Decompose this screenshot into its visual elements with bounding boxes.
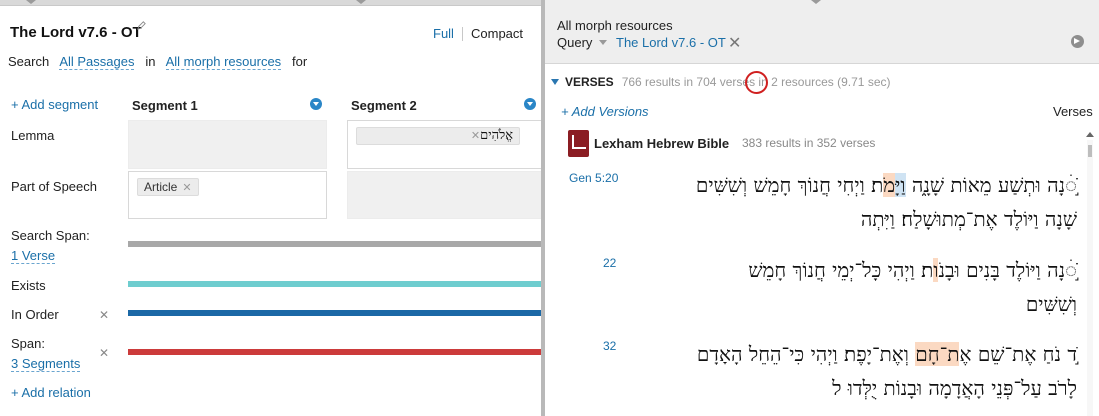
remove-in-order-icon[interactable]: ✕ <box>99 308 109 322</box>
resource-book-icon[interactable] <box>568 130 589 157</box>
close-icon[interactable]: ✕ <box>728 33 741 53</box>
tab-notch-icon <box>356 0 366 4</box>
lemma-seg1-cell[interactable] <box>128 120 327 169</box>
query-dropdown[interactable]: Query <box>557 35 592 50</box>
span-bar[interactable] <box>128 349 541 355</box>
tab-notch-icon <box>811 0 821 4</box>
pos-chip: Article ✕ <box>137 178 199 196</box>
view-compact-button[interactable]: Compact <box>471 26 523 41</box>
highlight-segment-2[interactable]: ת־חָם <box>915 342 960 366</box>
remove-chip-icon[interactable]: ✕ <box>471 129 480 142</box>
chevron-down-icon[interactable] <box>599 40 607 45</box>
span-value-row: 3 Segments <box>11 356 81 372</box>
segment-2-header: Segment 2 <box>351 98 417 113</box>
scroll-up-icon[interactable] <box>1086 132 1094 137</box>
search-span-value[interactable]: 1 Verse <box>11 248 56 264</box>
resource-stats: 383 results in 352 verses <box>742 136 876 150</box>
collapse-triangle-icon[interactable] <box>551 79 559 85</box>
results-header: All morph resources Query The Lord v7.6 … <box>545 0 1099 64</box>
search-prefix: Search <box>8 54 50 69</box>
lemma-seg2-cell[interactable]: אֱלֹהִים✕ <box>347 120 541 169</box>
scrollbar-thumb[interactable] <box>1088 145 1092 157</box>
lemma-label: Lemma <box>11 128 55 143</box>
span-label: Span: <box>11 336 45 351</box>
part-of-speech-label: Part of Speech <box>11 179 97 194</box>
segment-1-menu-icon[interactable] <box>310 98 322 110</box>
left-pane-topbar <box>0 0 541 6</box>
highlight-segment-1[interactable]: וַיָּ <box>895 173 906 197</box>
verse-text-segment: ת׃ וַיְהִי כָּל־יְמֵי חֲנוֹךְ חָמֵשׁ <box>748 258 934 282</box>
verse-reference-link[interactable]: 22 <box>603 256 616 270</box>
verses-section-label[interactable]: VERSES <box>565 75 614 89</box>
add-segment-button[interactable]: + Add segment <box>11 97 98 112</box>
verse-text-line: ֹׂ֣◌ׄנָה וּתְשַׁע מֵאוֹת שָׁנָ֑ה וַיָּמֹ… <box>696 173 1077 198</box>
tab-notch-icon <box>26 0 36 4</box>
lemma-chip-text: אֱלֹהִים <box>480 128 513 143</box>
view-full-button[interactable]: Full <box>433 26 454 41</box>
search-for-label: for <box>292 54 308 69</box>
verse-text-segment: ת׃ וַיְחִי חֲנוֹךְ חָמֵשׁ וְשִׁשִּׁים <box>695 173 884 197</box>
verses-column-label: Verses <box>1053 104 1093 119</box>
remove-chip-icon[interactable]: ✕ <box>182 182 191 194</box>
edit-title-icon[interactable] <box>136 20 147 31</box>
verse-text-segment: ֹׂ֣◌ׄנָה וַיּוֹלֶד בָּנִים וּבָנ <box>938 258 1077 282</box>
highlight-segment-2[interactable]: מֹ <box>883 173 896 197</box>
query-name-link[interactable]: The Lord v7.6 - OT <box>616 35 726 50</box>
passages-dropdown[interactable]: All Passages <box>59 54 135 70</box>
resource-name[interactable]: Lexham Hebrew Bible <box>594 136 729 151</box>
go-arrow-icon[interactable] <box>1071 35 1084 48</box>
search-scope-row: Search All Passages in All morph resourc… <box>8 54 308 70</box>
in-order-label: In Order <box>11 307 59 322</box>
resources-dropdown[interactable]: All morph resources <box>165 54 282 70</box>
add-versions-button[interactable]: + Add Versions <box>561 104 649 119</box>
verse-reference-link[interactable]: 32 <box>603 339 616 353</box>
annotation-circle <box>745 71 768 94</box>
exists-label: Exists <box>11 278 46 293</box>
lemma-chip: אֱלֹהִים✕ <box>356 127 520 145</box>
search-span-bar[interactable] <box>128 241 541 247</box>
verses-section-header: VERSES 766 results in 704 verses in 2 res… <box>551 75 891 89</box>
search-in-label: in <box>145 54 156 69</box>
search-span-value-row: 1 Verse <box>11 248 56 264</box>
span-value[interactable]: 3 Segments <box>11 356 81 372</box>
verse-text-line: לָרֹב עַל־פְּנֵי הָאֲדָמָה וּבָנוֹת יֻלְ… <box>832 376 1077 400</box>
pos-seg1-cell[interactable]: Article ✕ <box>128 171 327 219</box>
search-span-label: Search Span: <box>11 228 90 243</box>
query-editor-pane: The Lord v7.6 - OT Full Compact Search A… <box>0 0 541 416</box>
exists-bar[interactable] <box>128 281 541 287</box>
verse-text-line: וְשִׁשִּׁים <box>1025 292 1077 316</box>
verse-text-line: ֹׂ֣◌ׄנָה וַיּוֹלֶד בָּנִים וּבָנֹות׃ וַי… <box>748 258 1077 283</box>
pos-chip-text: Article <box>144 180 178 194</box>
results-pane: All morph resources Query The Lord v7.6 … <box>545 0 1099 416</box>
pos-seg2-cell[interactable] <box>347 171 541 219</box>
verse-text-line: שָׁנָה וַיּוֹלֶד אֶת־מְתוּשָׁלַח׃ וַיִּת… <box>860 207 1077 231</box>
verse-text-line: ֹ֣ד נֹחַ אֶת־שֵׁם אֶת־חָם וְאֶת־יָפֶת׃ ו… <box>697 342 1077 367</box>
segment-2-menu-icon[interactable] <box>524 98 536 110</box>
in-order-bar[interactable] <box>128 310 541 316</box>
query-title: The Lord v7.6 - OT <box>10 24 142 41</box>
segment-1-header: Segment 1 <box>132 98 198 113</box>
verse-text-segment: ֹ֣ד נֹחַ אֶת־שֵׁם א <box>959 342 1077 366</box>
scrollbar-track[interactable] <box>1087 140 1093 416</box>
verse-reference-link[interactable]: Gen 5:20 <box>569 171 618 185</box>
verse-text-segment: וְאֶת־יָפֶת׃ וַיְהִי כִּי־הֵחֵל הָאָדָם <box>696 342 916 366</box>
remove-span-icon[interactable]: ✕ <box>99 346 109 360</box>
results-title: All morph resources <box>557 18 673 33</box>
add-relation-button[interactable]: + Add relation <box>11 385 91 400</box>
view-toggle-divider <box>462 27 463 41</box>
verse-text-segment: ֹׂ֣◌ׄנָה וּתְשַׁע מֵאוֹת שָׁנָ֑ה <box>905 173 1077 197</box>
